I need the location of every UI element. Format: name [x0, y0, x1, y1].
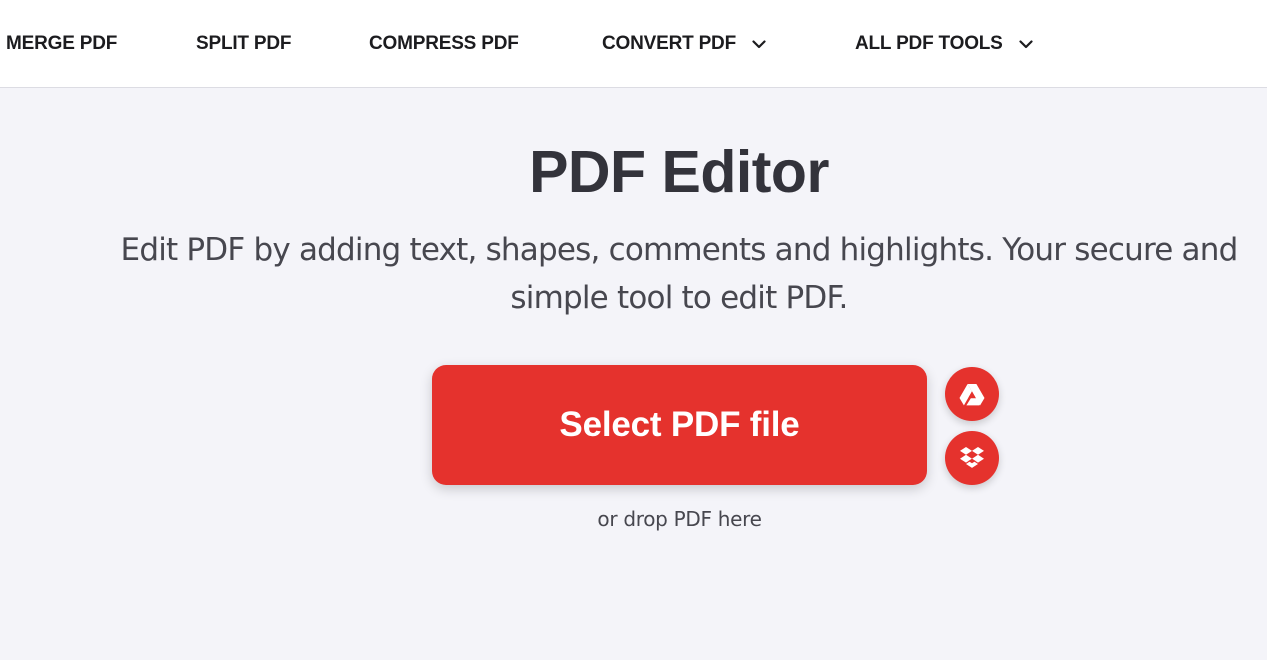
- top-navigation: MERGE PDF SPLIT PDF COMPRESS PDF CONVERT…: [0, 0, 1267, 88]
- nav-item-label: SPLIT PDF: [196, 33, 292, 54]
- nav-item-label: ALL PDF TOOLS: [855, 33, 1003, 54]
- nav-item-label: MERGE PDF: [6, 33, 118, 54]
- dropbox-icon: [959, 446, 985, 470]
- chevron-down-icon: [752, 39, 766, 49]
- nav-item-compress-pdf[interactable]: COMPRESS PDF: [369, 0, 519, 88]
- nav-item-split-pdf[interactable]: SPLIT PDF: [196, 0, 292, 88]
- nav-item-all-pdf-tools[interactable]: ALL PDF TOOLS: [855, 0, 1033, 88]
- drop-hint: or drop PDF here: [597, 507, 762, 531]
- nav-item-merge-pdf[interactable]: MERGE PDF: [6, 0, 117, 88]
- google-drive-button[interactable]: [945, 367, 999, 421]
- dropbox-button[interactable]: [945, 431, 999, 485]
- nav-item-label: COMPRESS PDF: [369, 33, 519, 54]
- select-pdf-file-label: Select PDF file: [559, 405, 800, 444]
- nav-item-label: CONVERT PDF: [602, 33, 736, 54]
- google-drive-icon: [959, 383, 985, 406]
- page-title: PDF Editor: [529, 139, 829, 205]
- nav-item-convert-pdf[interactable]: CONVERT PDF: [602, 0, 766, 88]
- select-pdf-file-button[interactable]: Select PDF file: [432, 365, 927, 485]
- page-subtitle: Edit PDF by adding text, shapes, comment…: [120, 232, 1239, 316]
- chevron-down-icon: [1019, 39, 1033, 49]
